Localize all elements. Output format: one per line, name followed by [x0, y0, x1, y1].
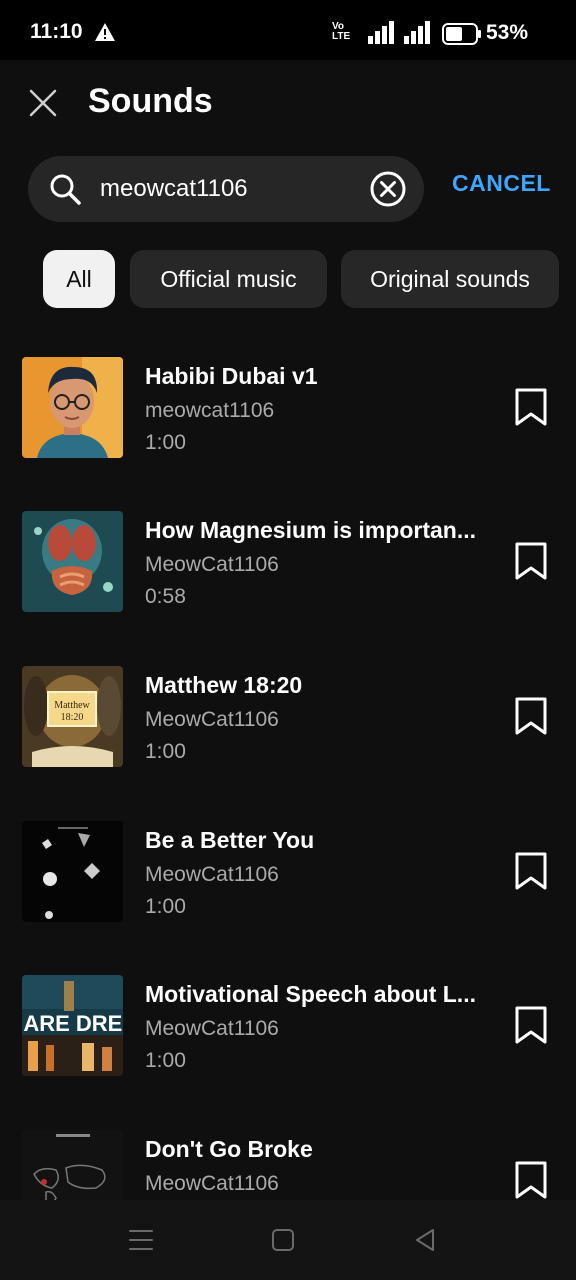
bookmark-icon[interactable] — [512, 1005, 550, 1045]
chip-original-sounds[interactable]: Original sounds — [341, 250, 559, 308]
warning-icon — [95, 23, 115, 41]
sound-title: Habibi Dubai v1 — [145, 363, 318, 389]
close-icon[interactable] — [28, 88, 58, 118]
sound-artist: meowcat1106 — [145, 399, 275, 422]
bookmark-icon[interactable] — [512, 1160, 550, 1200]
sound-thumbnail: Matthew 18:20 — [22, 666, 123, 767]
back-icon[interactable] — [413, 1228, 437, 1252]
sound-title: Motivational Speech about L... — [145, 981, 476, 1007]
cancel-button[interactable]: CANCEL — [452, 170, 551, 197]
sound-title: Be a Better You — [145, 827, 315, 853]
bookmark-icon[interactable] — [512, 541, 550, 581]
clear-icon[interactable] — [368, 169, 408, 209]
sound-thumbnail — [22, 357, 123, 458]
svg-text:18:20: 18:20 — [61, 712, 84, 723]
sound-duration: 1:00 — [145, 740, 186, 763]
sound-thumbnail — [22, 511, 123, 612]
svg-text:Matthew: Matthew — [54, 700, 90, 711]
sound-duration: 1:00 — [145, 1049, 186, 1072]
sound-title: Matthew 18:20 — [145, 672, 303, 698]
sound-duration: 1:00 — [145, 431, 186, 454]
status-time: 11:10 — [30, 20, 83, 43]
page-title: Sounds — [88, 82, 213, 120]
sound-artist: MeowCat1106 — [145, 1017, 279, 1040]
search-box[interactable] — [28, 156, 424, 222]
sound-artist: MeowCat1106 — [145, 863, 279, 886]
bookmark-icon[interactable] — [512, 696, 550, 736]
sound-title: How Magnesium is importan... — [145, 517, 476, 543]
sound-thumbnail — [22, 821, 123, 922]
volte-icon: Vo LTE — [332, 21, 351, 42]
sound-item[interactable]: Be a Better You MeowCat1106 1:00 — [0, 821, 576, 931]
signal-icon — [368, 21, 394, 44]
sound-artist: MeowCat1106 — [145, 1172, 279, 1195]
sound-duration: 1:00 — [145, 895, 186, 918]
sound-thumbnail: J ARE DREA — [22, 975, 123, 1076]
sound-item[interactable]: Don't Go Broke MeowCat1106 — [0, 1130, 576, 1200]
battery-icon — [442, 23, 481, 45]
status-bar: 11:10 Vo LTE 53% — [0, 0, 576, 60]
sound-item[interactable]: Matthew 18:20 Matthew 18:20 MeowCat1106 … — [0, 666, 576, 776]
sound-artist: MeowCat1106 — [145, 708, 279, 731]
sound-thumbnail — [22, 1130, 123, 1200]
home-icon[interactable] — [271, 1228, 295, 1252]
sound-artist: MeowCat1106 — [145, 553, 279, 576]
battery-percent: 53% — [486, 21, 529, 44]
sounds-screen: Sounds CANCEL All Official music Origina… — [0, 60, 576, 1200]
svg-text:J ARE DREA: J ARE DREA — [22, 1011, 123, 1036]
sound-duration: 0:58 — [145, 585, 186, 608]
bookmark-icon[interactable] — [512, 387, 550, 427]
chip-all[interactable]: All — [43, 250, 115, 308]
sound-item[interactable]: Habibi Dubai v1 meowcat1106 1:00 — [0, 357, 576, 467]
signal-icon — [404, 21, 430, 44]
sound-title: Don't Go Broke — [145, 1136, 313, 1162]
system-nav-bar — [0, 1200, 576, 1280]
search-input[interactable] — [100, 156, 360, 222]
menu-icon[interactable] — [128, 1228, 154, 1252]
sound-item[interactable]: J ARE DREA Motivational Speech about L..… — [0, 975, 576, 1085]
bookmark-icon[interactable] — [512, 851, 550, 891]
chip-official-music[interactable]: Official music — [130, 250, 327, 308]
search-icon — [50, 174, 81, 205]
sound-item[interactable]: How Magnesium is importan... MeowCat1106… — [0, 511, 576, 621]
